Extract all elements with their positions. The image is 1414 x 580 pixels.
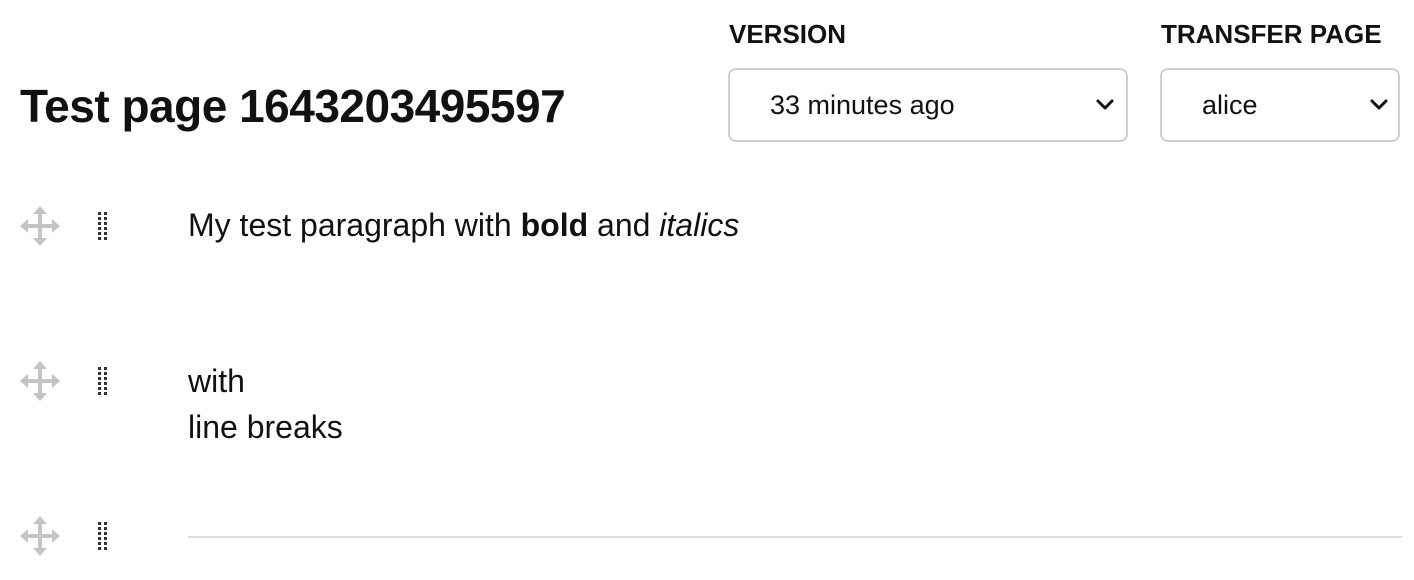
paragraph-text-segment: and bbox=[588, 207, 660, 243]
drag-dots-icon[interactable] bbox=[96, 521, 110, 551]
transfer-page-select[interactable]: alice bbox=[1160, 68, 1400, 142]
paragraph-text[interactable]: with line breaks bbox=[188, 358, 343, 450]
drag-dots-icon[interactable] bbox=[96, 211, 110, 241]
transfer-page-select-value: alice bbox=[1202, 89, 1258, 120]
paragraph-italic-text: italics bbox=[659, 207, 740, 243]
paragraph-line: with bbox=[188, 363, 245, 399]
chevron-down-icon bbox=[1094, 94, 1116, 116]
version-label: VERSION bbox=[729, 19, 847, 49]
paragraph-bold-text: bold bbox=[520, 207, 589, 243]
move-arrows-icon[interactable] bbox=[20, 361, 60, 401]
drag-dots-icon[interactable] bbox=[96, 366, 110, 396]
transfer-page-label: TRANSFER PAGE bbox=[1161, 19, 1382, 49]
paragraph-text[interactable]: My test paragraph with bold and italics bbox=[188, 202, 739, 248]
move-arrows-icon[interactable] bbox=[20, 206, 60, 246]
version-select[interactable]: 33 minutes ago bbox=[728, 68, 1128, 142]
paragraph-text-segment: My test paragraph with bbox=[188, 207, 521, 243]
chevron-down-icon bbox=[1368, 94, 1390, 116]
move-arrows-icon[interactable] bbox=[20, 516, 60, 556]
horizontal-divider[interactable] bbox=[188, 536, 1402, 538]
page-title: Test page 1643203495597 bbox=[20, 80, 566, 132]
page: Test page 1643203495597 VERSION 33 minut… bbox=[0, 0, 1414, 580]
paragraph-line: line breaks bbox=[188, 409, 343, 445]
version-select-value: 33 minutes ago bbox=[770, 89, 955, 120]
